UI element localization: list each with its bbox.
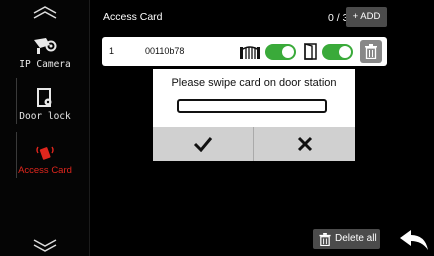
camera-icon	[34, 38, 57, 54]
sidebar-item-label: Door lock	[19, 111, 71, 122]
chevron-down-icon[interactable]	[30, 238, 60, 254]
x-icon	[297, 136, 312, 152]
table-row: 1 00110b78	[102, 37, 387, 66]
card-id: 00110b78	[145, 46, 185, 56]
sidebar-item-access-card[interactable]: Access Card	[0, 142, 90, 176]
swipe-card-dialog: Please swipe card on door station	[153, 69, 355, 161]
delete-all-label: Delete all	[335, 233, 377, 244]
sidebar-item-label: Access Card	[18, 165, 72, 176]
main-panel: Access Card 0 / 30 + ADD 1 00110b78 Plea…	[90, 0, 434, 256]
dialog-body: Please swipe card on door station	[153, 69, 355, 127]
checkmark-icon	[193, 137, 213, 152]
dialog-message: Please swipe card on door station	[171, 77, 337, 89]
sidebar-item-label: IP Camera	[19, 59, 71, 70]
card-input-field	[177, 99, 327, 113]
door-lock-icon	[37, 88, 52, 107]
sidebar-item-door-lock[interactable]: Door lock	[0, 88, 90, 122]
door-toggle[interactable]	[322, 44, 353, 60]
page-title: Access Card	[103, 11, 163, 23]
trash-icon	[319, 233, 331, 246]
cancel-button[interactable]	[254, 127, 355, 161]
sidebar: IP Camera Door lock Access Card	[0, 0, 90, 256]
gate-icon	[240, 46, 260, 59]
add-card-button[interactable]: + ADD	[346, 7, 387, 27]
trash-icon	[365, 44, 377, 59]
door-icon	[304, 43, 317, 60]
back-arrow-icon[interactable]	[398, 228, 430, 252]
delete-card-button[interactable]	[360, 40, 382, 63]
sidebar-item-ip-camera[interactable]: IP Camera	[0, 36, 90, 70]
chevron-up-icon[interactable]	[30, 4, 60, 20]
card-index: 1	[109, 46, 115, 56]
access-card-icon	[36, 146, 54, 160]
gate-toggle[interactable]	[265, 44, 296, 60]
confirm-button[interactable]	[153, 127, 253, 161]
delete-all-button[interactable]: Delete all	[313, 229, 380, 249]
